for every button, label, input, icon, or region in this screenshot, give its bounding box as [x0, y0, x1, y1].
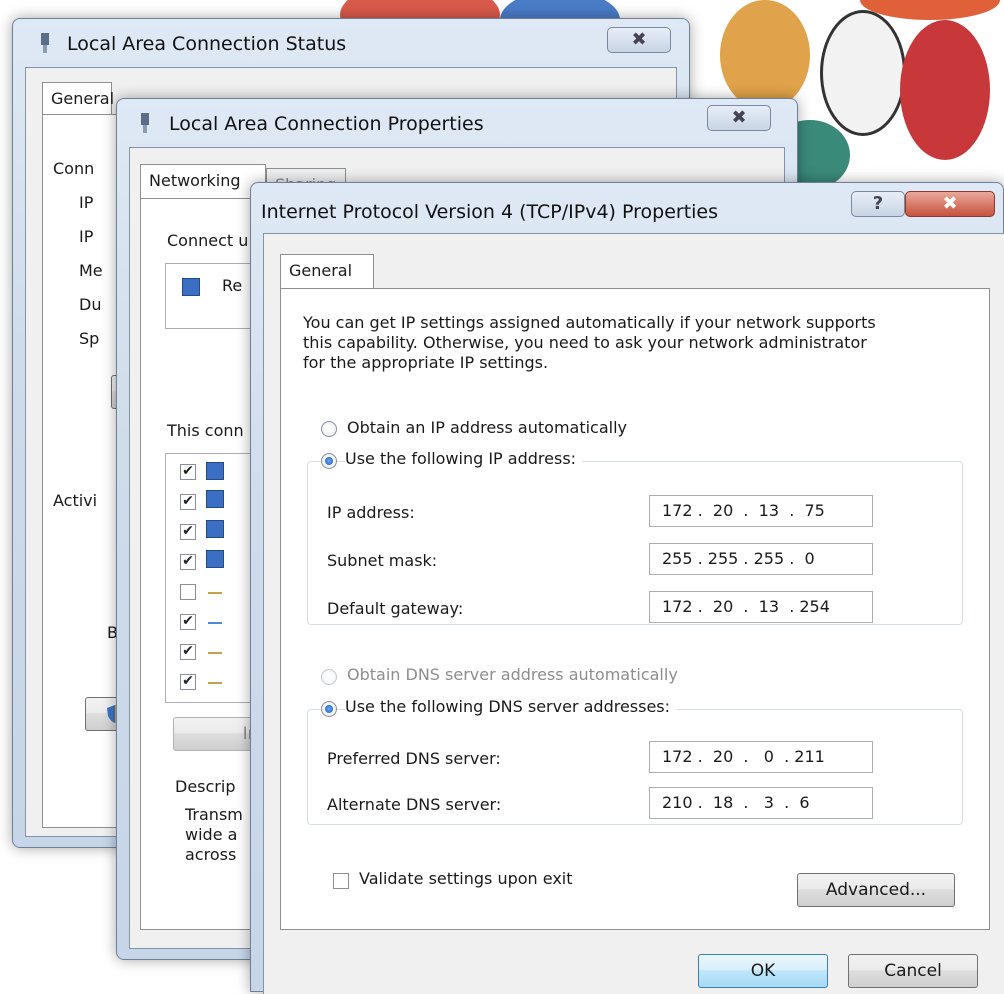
description-line-3: across [185, 845, 237, 864]
computer-icon [206, 490, 224, 508]
connect-using-label: Connect u [167, 231, 249, 250]
properties-titlebar[interactable]: Local Area Connection Properties ✖ [117, 99, 797, 147]
preferred-dns-field[interactable]: 172 . 20 . 0 . 211 [649, 741, 873, 773]
protocol-icon [208, 614, 222, 624]
description-line-2: wide a [185, 825, 238, 844]
tab-general[interactable]: General [42, 82, 114, 116]
ip-address-label: IP address: [327, 503, 415, 522]
description-line-1: Transm [185, 805, 243, 824]
status-titlebar[interactable]: Local Area Connection Status ✖ [13, 19, 689, 67]
computer-icon [206, 550, 224, 568]
use-following-ip-label[interactable]: Use the following IP address: [345, 449, 583, 468]
validate-label[interactable]: Validate settings upon exit [359, 869, 573, 888]
computer-icon [206, 520, 224, 538]
network-plug-icon [39, 33, 51, 53]
speed-label: Sp [79, 329, 100, 348]
ipv4-titlebar[interactable]: Internet Protocol Version 4 (TCP/IPv4) P… [251, 183, 1003, 231]
ipv4-close-button[interactable]: ✖ [905, 191, 995, 217]
intro-line-2: this capability. Otherwise, you need to … [303, 333, 867, 352]
close-icon: ✖ [731, 107, 747, 128]
close-icon: ✖ [631, 29, 647, 50]
ipv4-client-area: General You can get IP settings assigned… [263, 233, 1004, 994]
duration-label: Du [79, 295, 102, 314]
network-adapter-icon [182, 278, 200, 296]
help-button[interactable]: ? [851, 191, 905, 217]
intro-line-1: You can get IP settings assigned automat… [303, 313, 876, 332]
this-connection-label: This conn [167, 421, 244, 440]
preferred-dns-label: Preferred DNS server: [327, 749, 501, 768]
protocol-icon [208, 644, 222, 654]
ok-button[interactable]: OK [698, 954, 828, 988]
default-gateway-field[interactable]: 172 . 20 . 13 . 254 [649, 591, 873, 623]
component-checkbox[interactable] [180, 584, 196, 600]
network-plug-icon [139, 113, 151, 133]
ipv4-properties-dialog: Internet Protocol Version 4 (TCP/IPv4) P… [250, 182, 1004, 994]
ipv6-label: IP [79, 227, 94, 246]
subnet-mask-field[interactable]: 255 . 255 . 255 . 0 [649, 543, 873, 575]
default-gateway-label: Default gateway: [327, 599, 464, 618]
obtain-dns-auto-label[interactable]: Obtain DNS server address automatically [347, 665, 678, 684]
protocol-icon [208, 674, 222, 684]
client-icon [206, 462, 224, 480]
media-label: Me [79, 261, 103, 280]
use-following-dns-label[interactable]: Use the following DNS server addresses: [345, 697, 677, 716]
obtain-ip-auto-label[interactable]: Obtain an IP address automatically [347, 418, 627, 437]
adapter-name: Re [222, 276, 243, 295]
alternate-dns-label: Alternate DNS server: [327, 795, 502, 814]
help-icon: ? [872, 193, 884, 214]
component-checkbox[interactable]: ✔ [180, 464, 196, 480]
intro-line-3: for the appropriate IP settings. [303, 353, 549, 372]
properties-close-button[interactable]: ✖ [707, 105, 771, 131]
tab-general[interactable]: General [280, 254, 374, 290]
tab-networking[interactable]: Networking [140, 164, 266, 200]
obtain-ip-auto-radio[interactable] [321, 421, 337, 437]
obtain-dns-auto-radio[interactable] [321, 669, 337, 685]
connection-label: Conn [53, 159, 95, 178]
alternate-dns-field[interactable]: 210 . 18 . 3 . 6 [649, 787, 873, 819]
component-checkbox[interactable]: ✔ [180, 494, 196, 510]
component-checkbox[interactable]: ✔ [180, 554, 196, 570]
component-checkbox[interactable]: ✔ [180, 644, 196, 660]
general-panel: You can get IP settings assigned automat… [280, 288, 990, 930]
advanced-button[interactable]: Advanced... [797, 873, 955, 907]
ip-address-field[interactable]: 172 . 20 . 13 . 75 [649, 495, 873, 527]
use-following-ip-radio[interactable] [321, 453, 337, 469]
validate-checkbox[interactable] [333, 873, 349, 889]
close-icon: ✖ [942, 193, 958, 214]
properties-title: Local Area Connection Properties [169, 113, 484, 135]
activity-label: Activi [53, 491, 98, 510]
protocol-icon [208, 584, 222, 594]
ipv4-label: IP [79, 193, 94, 212]
cancel-button[interactable]: Cancel [848, 954, 978, 988]
use-following-dns-radio[interactable] [321, 701, 337, 717]
status-close-button[interactable]: ✖ [607, 27, 671, 53]
component-checkbox[interactable]: ✔ [180, 524, 196, 540]
status-title: Local Area Connection Status [67, 33, 347, 55]
description-label: Descrip [175, 777, 236, 796]
component-checkbox[interactable]: ✔ [180, 674, 196, 690]
subnet-mask-label: Subnet mask: [327, 551, 438, 570]
component-checkbox[interactable]: ✔ [180, 614, 196, 630]
ipv4-title: Internet Protocol Version 4 (TCP/IPv4) P… [261, 201, 719, 223]
